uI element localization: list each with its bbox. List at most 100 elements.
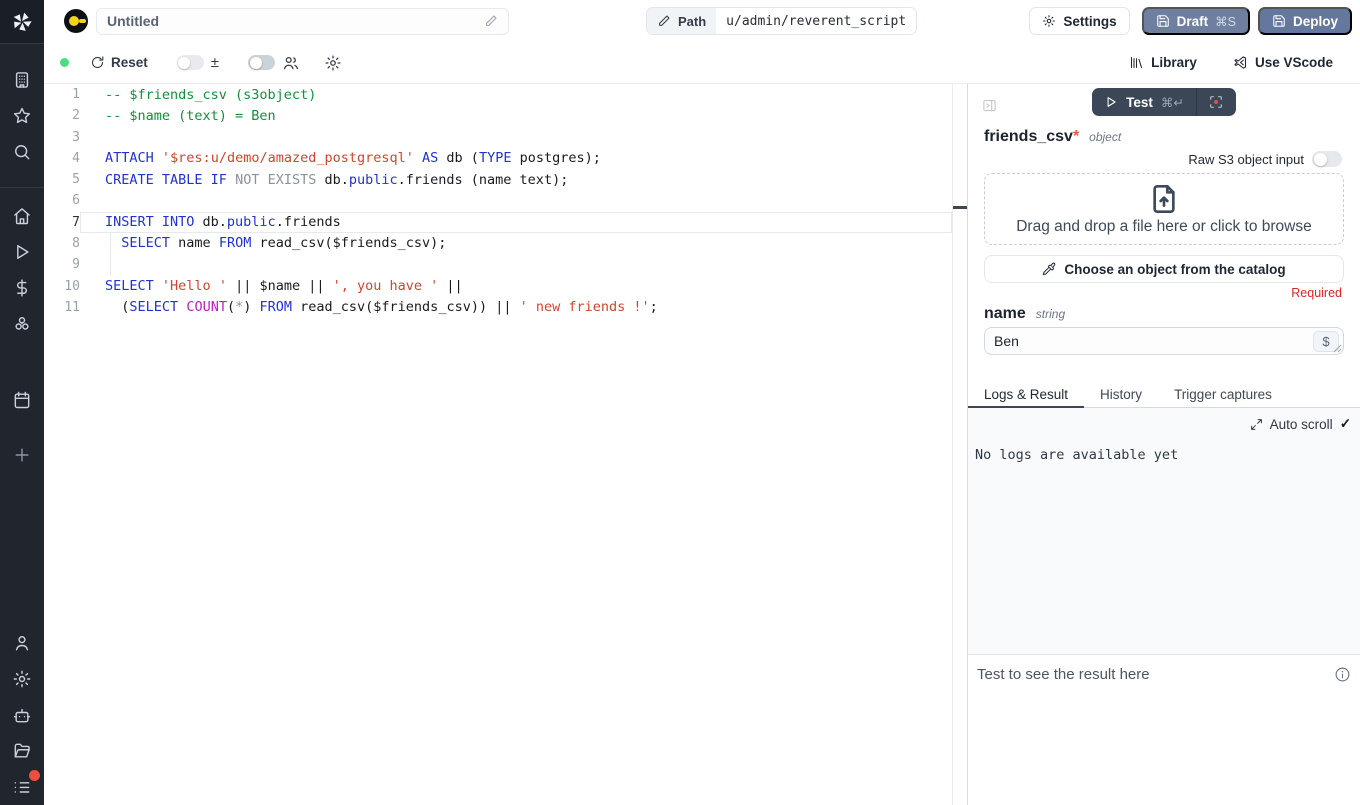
- code-line-10[interactable]: 10SELECT 'Hello ' || $name || ', you hav…: [44, 275, 952, 296]
- search-icon[interactable]: [12, 142, 32, 162]
- code-text[interactable]: CREATE TABLE IF NOT EXISTS db.public.fri…: [80, 169, 952, 190]
- code-text[interactable]: -- $friends_csv (s3object): [80, 84, 952, 105]
- collab-toggle[interactable]: [248, 55, 275, 70]
- schedules-calendar-icon[interactable]: [12, 390, 32, 410]
- diff-toggle[interactable]: [177, 55, 204, 70]
- code-token: FROM: [219, 235, 252, 251]
- code-token: TYPE: [479, 150, 512, 166]
- line-number[interactable]: 3: [44, 130, 80, 145]
- pane-resize-grip[interactable]: [953, 206, 967, 209]
- play-icon: [1104, 95, 1118, 109]
- tab-logs-result[interactable]: Logs & Result: [968, 383, 1084, 408]
- script-title-input[interactable]: [107, 13, 484, 29]
- code-line-3[interactable]: 3: [44, 127, 952, 148]
- code-line-4[interactable]: 4ATTACH '$res:u/demo/amazed_postgresql' …: [44, 148, 952, 169]
- duckdb-head: [69, 16, 79, 26]
- panel-collapse-icon[interactable]: [982, 98, 997, 113]
- code-line-2[interactable]: 2-- $name (text) = Ben: [44, 105, 952, 126]
- path-chip[interactable]: Path u/admin/reverent_script: [646, 7, 917, 35]
- test-button[interactable]: Test ⌘↵: [1092, 88, 1196, 116]
- logs-empty-text: No logs are available yet: [975, 447, 1360, 463]
- library-button[interactable]: Library: [1129, 55, 1197, 70]
- file-dropzone[interactable]: Drag and drop a file here or click to br…: [984, 173, 1344, 245]
- editor-settings-gear-icon[interactable]: [324, 54, 342, 72]
- workers-robot-icon[interactable]: [12, 705, 32, 725]
- code-token: db.: [194, 214, 227, 230]
- workspace-icon[interactable]: [12, 70, 32, 90]
- variables-dollar-icon[interactable]: [12, 278, 32, 298]
- code-line-1[interactable]: 1-- $friends_csv (s3object): [44, 84, 952, 105]
- status-dot: [60, 58, 69, 67]
- code-line-8[interactable]: 8 SELECT name FROM read_csv($friends_csv…: [44, 233, 952, 254]
- code-token: || $name ||: [227, 278, 333, 294]
- capture-run-button[interactable]: [1196, 88, 1236, 116]
- code-token: NOT EXISTS: [235, 172, 316, 188]
- settings-button[interactable]: Settings: [1029, 7, 1129, 35]
- draft-button[interactable]: Draft ⌘S: [1142, 7, 1250, 35]
- code-line-5[interactable]: 5CREATE TABLE IF NOT EXISTS db.public.fr…: [44, 169, 952, 190]
- line-number[interactable]: 8: [44, 236, 80, 251]
- tab-history[interactable]: History: [1084, 383, 1158, 408]
- name-field[interactable]: $: [984, 327, 1344, 355]
- home-icon[interactable]: [12, 206, 32, 226]
- code-token: ' new friends !': [520, 299, 650, 315]
- folders-icon[interactable]: [12, 741, 32, 761]
- code-text[interactable]: SELECT 'Hello ' || $name || ', you have …: [80, 275, 952, 296]
- resources-icon[interactable]: [12, 314, 32, 334]
- collaborators-icon[interactable]: [282, 54, 300, 72]
- favorites-star-icon[interactable]: [12, 106, 32, 126]
- code-text[interactable]: (SELECT COUNT(*) FROM read_csv($friends_…: [80, 297, 952, 318]
- code-editor[interactable]: 1-- $friends_csv (s3object)2-- $name (te…: [44, 84, 952, 805]
- reset-button[interactable]: Reset: [90, 55, 148, 70]
- code-token: (: [105, 299, 129, 315]
- line-number[interactable]: 4: [44, 151, 80, 166]
- line-number[interactable]: 7: [44, 215, 80, 230]
- line-number[interactable]: 2: [44, 108, 80, 123]
- line-number[interactable]: 9: [44, 257, 80, 272]
- code-text[interactable]: -- $name (text) = Ben: [80, 105, 952, 126]
- path-chip-label-section[interactable]: Path: [647, 8, 716, 34]
- windmill-logo[interactable]: [0, 0, 44, 44]
- code-text[interactable]: ATTACH '$res:u/demo/amazed_postgresql' A…: [80, 148, 952, 169]
- deploy-button[interactable]: Deploy: [1258, 7, 1352, 35]
- line-number[interactable]: 11: [44, 300, 80, 315]
- code-line-6[interactable]: 6: [44, 190, 952, 211]
- raw-s3-toggle[interactable]: [1312, 151, 1342, 167]
- code-line-9[interactable]: 9: [44, 254, 952, 275]
- line-number[interactable]: 1: [44, 87, 80, 102]
- code-line-7[interactable]: 7INSERT INTO db.public.friends: [44, 212, 952, 233]
- line-number[interactable]: 5: [44, 172, 80, 187]
- code-text[interactable]: [80, 190, 952, 211]
- library-icon: [1129, 55, 1144, 70]
- code-text[interactable]: [80, 127, 952, 148]
- user-icon[interactable]: [12, 633, 32, 653]
- notification-dot: [29, 770, 40, 781]
- app-sidebar: [0, 0, 44, 805]
- info-icon[interactable]: [1334, 666, 1351, 683]
- expand-icon[interactable]: [1250, 418, 1263, 431]
- result-tabs: Logs & ResultHistoryTrigger captures: [968, 383, 1360, 408]
- code-text[interactable]: INSERT INTO db.public.friends: [80, 212, 952, 233]
- line-number[interactable]: 6: [44, 193, 80, 208]
- editor-scroll-strip[interactable]: [952, 84, 967, 805]
- autoscroll-row: Auto scroll ✓: [968, 416, 1360, 432]
- code-text[interactable]: [80, 254, 952, 275]
- code-text[interactable]: SELECT name FROM read_csv($friends_csv);: [80, 233, 952, 254]
- use-vscode-button[interactable]: Use VScode: [1233, 55, 1333, 70]
- audit-logs-icon[interactable]: [12, 777, 32, 797]
- choose-object-button[interactable]: Choose an object from the catalog: [984, 255, 1344, 283]
- resize-handle-icon[interactable]: [1333, 344, 1342, 353]
- autoscroll-checkmark[interactable]: ✓: [1340, 416, 1351, 432]
- edit-title-pencil-icon[interactable]: [484, 14, 498, 28]
- tab-trigger-captures[interactable]: Trigger captures: [1158, 383, 1288, 408]
- name-input[interactable]: [994, 333, 1307, 349]
- test-split-button: Test ⌘↵: [1092, 88, 1236, 116]
- line-number[interactable]: 10: [44, 279, 80, 294]
- script-title-field[interactable]: [96, 8, 509, 35]
- arg-name-text: friends_csv: [984, 128, 1073, 145]
- settings-gear-icon[interactable]: [12, 669, 32, 689]
- settings-gear-icon: [1042, 14, 1056, 28]
- runs-play-icon[interactable]: [12, 242, 32, 262]
- create-plus-icon[interactable]: [12, 445, 32, 465]
- code-line-11[interactable]: 11 (SELECT COUNT(*) FROM read_csv($frien…: [44, 297, 952, 318]
